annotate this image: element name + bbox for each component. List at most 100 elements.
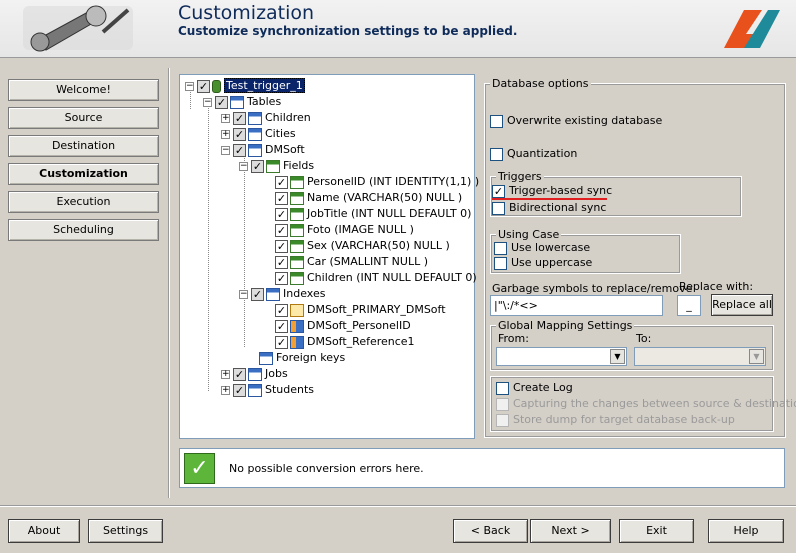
table-icon [248,111,262,125]
table-icon [248,367,262,381]
page-title: Customization [178,2,315,24]
tree-node-field[interactable]: ✓ Car (SMALLINT NULL ) [275,254,428,270]
capturing-label: Capturing the changes between source & d… [513,397,796,410]
nav-scheduling-button[interactable]: Scheduling [8,219,159,241]
tree-checkbox[interactable]: ✓ [233,127,246,141]
bidirectional-label: Bidirectional sync [509,201,607,214]
tree-checkbox[interactable]: ✓ [275,303,288,317]
tree-node-children[interactable]: + ✓ Children [221,110,311,126]
tree-node-index[interactable]: ✓ DMSoft_PRIMARY_DMSoft [275,302,446,318]
tree-node-index[interactable]: ✓ DMSoft_PersonelID [275,318,411,334]
settings-button[interactable]: Settings [88,519,163,543]
collapse-icon[interactable]: − [239,161,248,171]
tree-checkbox[interactable]: ✓ [233,111,246,125]
tree-node-field[interactable]: ✓ Children (INT NULL DEFAULT 0) [275,270,477,286]
help-button[interactable]: Help [708,519,784,543]
field-icon [290,271,304,285]
tree-checkbox[interactable]: ✓ [197,79,210,93]
tree-node-field[interactable]: ✓ PersonelID (INT IDENTITY(1,1) ) [275,174,479,190]
field-icon [290,191,304,205]
expand-icon[interactable]: + [221,385,230,395]
tree-checkbox[interactable]: ✓ [275,239,288,253]
next-button[interactable]: Next > [530,519,611,543]
tree-checkbox[interactable]: ✓ [275,255,288,269]
replace-all-button[interactable]: Replace all [711,294,773,316]
checkbox-box[interactable]: ✓ [492,184,505,198]
tree-node-fields[interactable]: − ✓ Fields [239,158,314,174]
tree-node-foreign-keys[interactable]: Foreign keys [257,350,345,366]
tree-node-students[interactable]: + ✓ Students [221,382,314,398]
replace-with-input[interactable]: _ [677,295,701,316]
collapse-icon[interactable]: − [185,81,194,91]
bidirectional-checkbox[interactable]: Bidirectional sync [492,201,606,215]
trigger-sync-checkbox[interactable]: ✓ Trigger-based sync [492,184,612,198]
tree-label: Cities [265,127,296,140]
tree-checkbox[interactable]: ✓ [233,383,246,397]
garbage-symbols-input[interactable]: |"\:/*<> [490,295,663,316]
tree-node-index[interactable]: ✓ DMSoft_Reference1 [275,334,415,350]
checkbox-box[interactable] [490,114,503,128]
tree-node-dmsoft[interactable]: − ✓ DMSoft [221,142,305,158]
checkbox-box[interactable] [494,241,507,255]
collapse-icon[interactable]: − [221,145,230,155]
tree-checkbox[interactable]: ✓ [233,143,246,157]
index-icon [290,335,304,349]
nav-execution-button[interactable]: Execution [8,191,159,213]
tree-checkbox[interactable]: ✓ [275,207,288,221]
overwrite-checkbox[interactable]: Overwrite existing database [490,114,662,128]
checkbox-box[interactable] [490,147,503,161]
collapse-icon[interactable]: − [203,97,212,107]
checkbox-box[interactable] [492,201,505,215]
tree-checkbox[interactable]: ✓ [251,159,264,173]
nav-source-button[interactable]: Source [8,107,159,129]
fields-folder-icon [266,159,280,173]
tree-node-field[interactable]: ✓ JobTitle (INT NULL DEFAULT 0) [275,206,471,222]
nav-destination-button[interactable]: Destination [8,135,159,157]
field-icon [290,207,304,221]
tree-node-jobs[interactable]: + ✓ Jobs [221,366,288,382]
tree-node-field[interactable]: ✓ Name (VARCHAR(50) NULL ) [275,190,462,206]
exit-button[interactable]: Exit [619,519,694,543]
nav-customization-button[interactable]: Customization [8,163,159,185]
field-icon [290,175,304,189]
tree-checkbox[interactable]: ✓ [275,335,288,349]
tree-checkbox[interactable]: ✓ [251,287,264,301]
tree-node-tables[interactable]: − ✓ Tables [203,94,281,110]
about-button[interactable]: About [8,519,80,543]
expand-icon[interactable]: + [221,369,230,379]
schema-tree[interactable]: − ✓ Test_trigger_1 − ✓ Tables + ✓ Children + ✓ C… [179,74,479,439]
expand-icon[interactable]: + [221,129,230,139]
tree-checkbox[interactable]: ✓ [275,319,288,333]
using-case-title: Using Case [496,228,562,241]
collapse-icon[interactable]: − [239,289,248,299]
tree-node-field[interactable]: ✓ Sex (VARCHAR(50) NULL ) [275,238,450,254]
tree-node-cities[interactable]: + ✓ Cities [221,126,296,142]
nav-welcome-button[interactable]: Welcome! [8,79,159,101]
checkbox-box[interactable] [496,381,509,395]
from-select[interactable]: ▼ [496,347,627,366]
tree-checkbox[interactable]: ✓ [275,175,288,189]
quantization-checkbox[interactable]: Quantization [490,147,577,161]
tree-node-field[interactable]: ✓ Foto (IMAGE NULL ) [275,222,414,238]
lowercase-checkbox[interactable]: Use lowercase [494,241,590,255]
back-button[interactable]: < Back [453,519,528,543]
tree-checkbox[interactable]: ✓ [233,367,246,381]
to-select: ▼ [634,347,766,366]
tree-checkbox[interactable]: ✓ [275,271,288,285]
tree-label: Children (INT NULL DEFAULT 0) [307,271,477,284]
tree-checkbox[interactable]: ✓ [275,191,288,205]
create-log-checkbox[interactable]: Create Log [496,381,573,395]
tree-node-indexes[interactable]: − ✓ Indexes [239,286,325,302]
page-subtitle: Customize synchronization settings to be… [178,24,518,38]
wrench-logo-icon [23,5,133,52]
tree-label: Foto (IMAGE NULL ) [307,223,414,236]
tree-node-root[interactable]: − ✓ Test_trigger_1 [185,78,305,94]
dropdown-arrow-icon[interactable]: ▼ [610,349,625,364]
checkbox-box[interactable] [494,256,507,270]
tree-checkbox[interactable]: ✓ [215,95,228,109]
tree-label: DMSoft_PRIMARY_DMSoft [307,303,446,316]
tree-checkbox[interactable]: ✓ [275,223,288,237]
uppercase-checkbox[interactable]: Use uppercase [494,256,592,270]
trigger-sync-label: Trigger-based sync [509,184,613,197]
expand-icon[interactable]: + [221,113,230,123]
